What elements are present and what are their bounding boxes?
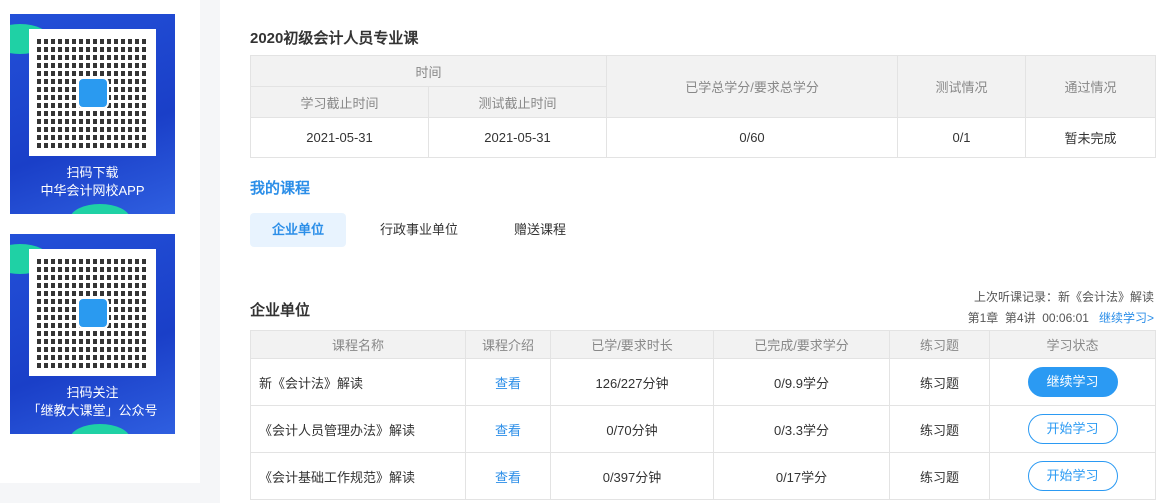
- wechat-qr-code: [29, 249, 156, 376]
- test-deadline: 2021-05-31: [427, 117, 608, 158]
- continue-link[interactable]: 继续学习>: [1099, 311, 1154, 325]
- wechat-logo-icon: [76, 296, 109, 329]
- header-credits: 已完成/要求学分: [713, 330, 890, 359]
- main-content: 2020初级会计人员专业课 时间 已学总学分/要求总学分 测试情况 通过情况 学习截止…: [220, 0, 1169, 503]
- start-study-button[interactable]: 开始学习: [1027, 461, 1118, 491]
- course-name: 《会计人员管理办法》解读: [250, 405, 466, 453]
- wechat-follow-promo: 扫码关注「继教大课堂」公众号: [10, 234, 175, 434]
- header-intro: 课程介绍: [465, 330, 551, 359]
- header-pass: 通过情况: [1025, 55, 1157, 118]
- sidebar: 扫码下载中华会计网校APP 扫码关注「继教大课堂」公众号: [0, 0, 200, 483]
- credits: 0/3.3学分: [713, 405, 890, 453]
- header-time: 时间: [249, 55, 608, 87]
- tab-gift-courses[interactable]: 赠送课程: [492, 213, 588, 247]
- credits: 0/60: [606, 117, 899, 158]
- continue-study-button[interactable]: 继续学习: [1027, 367, 1118, 397]
- table-row: 《会计基础工作规范》解读 查看 0/397分钟 0/17学分 练习题 开始学习: [250, 452, 1156, 500]
- table-row: 《会计人员管理办法》解读 查看 0/70分钟 0/3.3学分 练习题 开始学习: [250, 405, 1156, 453]
- header-test-deadline: 测试截止时间: [427, 86, 608, 118]
- section-title: 企业单位: [250, 302, 311, 319]
- duration: 0/397分钟: [550, 452, 714, 500]
- summary-table: 时间 已学总学分/要求总学分 测试情况 通过情况 学习截止时间 测试截止时间 2021-…: [249, 55, 1157, 158]
- header-credits: 已学总学分/要求总学分: [606, 55, 899, 118]
- promo-line1: 扫码关注: [66, 385, 119, 400]
- header-study-deadline: 学习截止时间: [250, 86, 429, 118]
- last-record-label: 上次听课记录：新《会计法》解读: [973, 290, 1154, 304]
- course-tabs: 企业单位 行政事业单位 赠送课程: [250, 213, 600, 247]
- duration: 126/227分钟: [550, 358, 714, 406]
- course-name: 《会计基础工作规范》解读: [250, 452, 466, 500]
- header-practice: 练习题: [889, 330, 990, 359]
- credits: 0/9.9学分: [713, 358, 890, 406]
- app-qr-code: [29, 29, 156, 156]
- pass-status: 暂未完成: [1025, 117, 1157, 158]
- app-logo-icon: [76, 76, 109, 109]
- credits: 0/17学分: [713, 452, 890, 500]
- last-position: 第1章 第4讲 00:06:01: [967, 311, 1089, 325]
- start-study-button[interactable]: 开始学习: [1027, 414, 1118, 444]
- program-title: 2020初级会计人员专业课: [250, 30, 419, 47]
- promo-line2: 中华会计网校APP: [40, 183, 145, 198]
- header-duration: 已学/要求时长: [550, 330, 714, 359]
- course-name: 新《会计法》解读: [250, 358, 466, 406]
- header-status: 学习状态: [989, 330, 1156, 359]
- duration: 0/70分钟: [550, 405, 714, 453]
- table-row: 新《会计法》解读 查看 126/227分钟 0/9.9学分 练习题 继续学习: [250, 358, 1156, 406]
- my-courses-title: 我的课程: [250, 180, 311, 197]
- practice-link[interactable]: 练习题: [889, 452, 990, 500]
- view-intro-link[interactable]: 查看: [465, 452, 551, 500]
- header-test: 测试情况: [897, 55, 1027, 118]
- study-deadline: 2021-05-31: [250, 117, 429, 158]
- view-intro-link[interactable]: 查看: [465, 405, 551, 453]
- tab-administrative[interactable]: 行政事业单位: [358, 213, 480, 247]
- practice-link[interactable]: 练习题: [889, 358, 990, 406]
- promo-line2: 「继教大课堂」公众号: [27, 403, 158, 418]
- promo-line1: 扫码下载: [66, 165, 119, 180]
- view-intro-link[interactable]: 查看: [465, 358, 551, 406]
- app-download-promo: 扫码下载中华会计网校APP: [10, 14, 175, 214]
- header-course-name: 课程名称: [250, 330, 466, 359]
- tab-enterprise[interactable]: 企业单位: [250, 213, 347, 247]
- course-table: 课程名称 课程介绍 已学/要求时长 已完成/要求学分 练习题 学习状态 新《会计…: [250, 330, 1156, 500]
- practice-link[interactable]: 练习题: [889, 405, 990, 453]
- test-status: 0/1: [897, 117, 1027, 158]
